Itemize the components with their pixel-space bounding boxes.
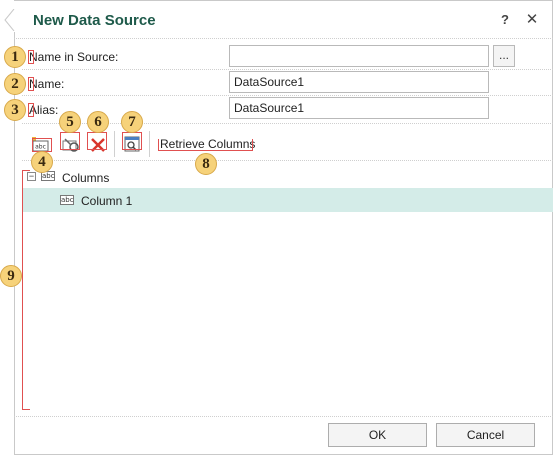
header-separator [14,38,553,39]
callout-8: 8 [195,153,217,175]
callout-7: 7 [121,111,143,133]
name-in-source-input[interactable] [229,45,489,67]
annotation-box-1 [28,50,34,64]
callout-3: 3 [4,99,26,121]
row-separator-2 [22,95,553,96]
column-abc-icon: abc [60,195,74,205]
cancel-button[interactable]: Cancel [436,423,535,447]
annotation-box-9 [22,170,30,410]
annotation-box-8 [158,139,253,151]
callout-5: 5 [59,111,81,133]
help-button[interactable]: ? [498,12,512,27]
dialog-border-left [14,32,15,455]
browse-button[interactable]: ... [493,45,515,67]
annotation-box-7 [122,132,142,150]
callout-1: 1 [4,46,26,68]
annotation-box-3 [28,103,34,117]
dialog-border-top [14,0,553,1]
footer-separator [14,416,553,417]
callout-4: 4 [31,151,53,173]
tree-item-label: Column 1 [81,194,133,208]
name-label: Name: [29,77,65,91]
close-button[interactable]: ✕ [524,10,540,28]
dialog-title: New Data Source [33,12,156,29]
alias-input[interactable] [229,97,489,119]
toolbar-divider-2 [149,131,150,157]
dialog-pointer-notch [4,9,15,31]
callout-9: 9 [0,265,22,287]
row-separator-1 [22,69,553,70]
annotation-box-4 [32,138,52,152]
tree-root-label[interactable]: Columns [62,171,109,185]
tree-item-column-1[interactable]: abc Column 1 [22,188,553,212]
name-input[interactable] [229,71,489,93]
callout-6: 6 [87,111,109,133]
toolbar-divider-1 [114,131,115,157]
ok-button[interactable]: OK [328,423,427,447]
annotation-box-5 [60,132,80,150]
new-data-source-dialog: New Data Source ? ✕ Name in Source: ... … [0,0,553,455]
callout-2: 2 [4,73,26,95]
name-in-source-label: Name in Source: [29,50,119,64]
annotation-box-6 [87,132,107,150]
toolbar-separator [22,160,553,161]
annotation-box-2 [28,77,34,91]
